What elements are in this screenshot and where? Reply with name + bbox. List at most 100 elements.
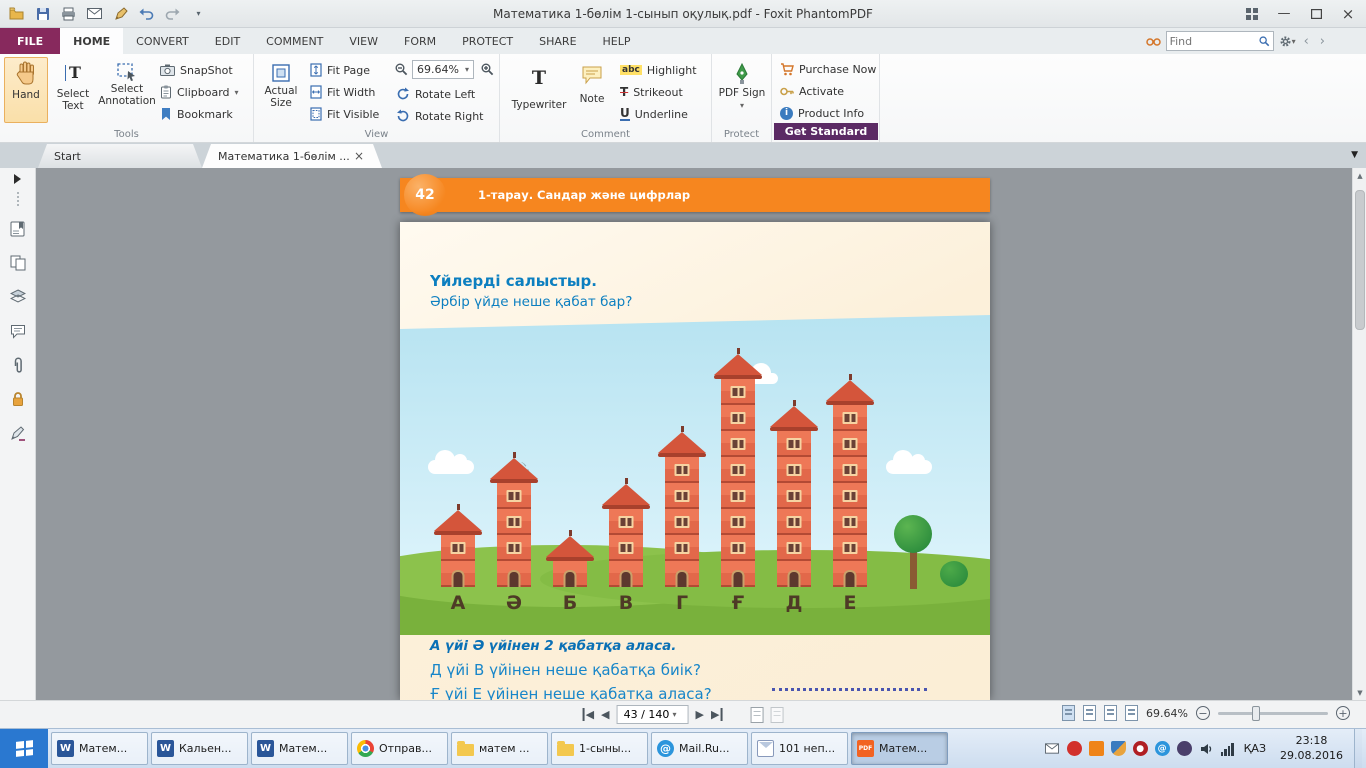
- taskbar-item-7[interactable]: @Mail.Ru...: [651, 732, 748, 765]
- start-button[interactable]: [0, 729, 48, 768]
- next-view-icon[interactable]: [770, 707, 783, 723]
- continuous-facing-view-icon[interactable]: [1125, 705, 1138, 721]
- menu-tab-share[interactable]: SHARE: [526, 28, 589, 54]
- clipboard-button[interactable]: Clipboard ▾: [160, 82, 239, 102]
- menu-tab-help[interactable]: HELP: [590, 28, 644, 54]
- open-file-icon[interactable]: [8, 5, 25, 22]
- zoom-slider-thumb[interactable]: [1252, 706, 1260, 721]
- menu-tab-comment[interactable]: COMMENT: [253, 28, 336, 54]
- hand-tool-button[interactable]: Hand: [4, 57, 48, 123]
- find-next-icon[interactable]: ›: [1317, 34, 1328, 49]
- zoom-in-icon[interactable]: [480, 62, 494, 76]
- select-text-button[interactable]: T Select Text: [50, 57, 96, 123]
- zoom-out-button[interactable]: −: [1196, 706, 1210, 720]
- scrollbar-thumb[interactable]: [1355, 190, 1365, 330]
- rotate-right-button[interactable]: Rotate Right: [396, 106, 483, 126]
- previous-page-button[interactable]: ◀: [601, 708, 609, 721]
- page-number-input[interactable]: [621, 708, 673, 721]
- single-page-view-icon[interactable]: [1062, 705, 1075, 721]
- tab-close-icon[interactable]: ×: [352, 149, 366, 163]
- snapshot-button[interactable]: SnapShot: [160, 60, 233, 80]
- facing-view-icon[interactable]: [1104, 705, 1117, 721]
- layers-panel-icon[interactable]: [7, 286, 29, 308]
- select-annotation-button[interactable]: Select Annotation: [98, 57, 156, 123]
- tray-volume-icon[interactable]: [1199, 741, 1214, 756]
- zoom-slider[interactable]: [1218, 712, 1328, 715]
- next-page-button[interactable]: ▶: [696, 708, 704, 721]
- fit-visible-button[interactable]: Fit Visible: [310, 104, 379, 124]
- taskbar-item-5[interactable]: матем ...: [451, 732, 548, 765]
- signatures-panel-icon[interactable]: [7, 422, 29, 444]
- underline-button[interactable]: U Underline: [620, 104, 688, 124]
- purchase-now-button[interactable]: Purchase Now: [780, 59, 876, 79]
- zoom-in-button[interactable]: +: [1336, 706, 1350, 720]
- tab-start[interactable]: Start: [38, 144, 202, 168]
- get-standard-button[interactable]: Get Standard: [774, 123, 878, 140]
- product-info-button[interactable]: i Product Info: [780, 103, 864, 123]
- quick-sign-icon[interactable]: [112, 5, 129, 22]
- rotate-left-button[interactable]: Rotate Left: [396, 84, 475, 104]
- scroll-up-icon[interactable]: ▲: [1353, 168, 1366, 183]
- note-button[interactable]: Note: [572, 57, 612, 123]
- pages-panel-icon[interactable]: [7, 252, 29, 274]
- tray-record-icon[interactable]: ●: [1133, 741, 1148, 756]
- taskbar-item-3[interactable]: WМатем...: [251, 732, 348, 765]
- menu-tab-view[interactable]: VIEW: [336, 28, 391, 54]
- search-icon[interactable]: [1258, 35, 1270, 47]
- tab-list-icon[interactable]: ▼: [1351, 150, 1358, 160]
- fit-page-button[interactable]: Fit Page: [310, 60, 370, 80]
- panel-resize-handle[interactable]: [17, 192, 19, 206]
- bookmark-button[interactable]: Bookmark: [160, 104, 233, 124]
- tray-m​ail-icon[interactable]: [1045, 741, 1060, 756]
- find-previous-icon[interactable]: ‹: [1301, 34, 1312, 49]
- menu-tab-edit[interactable]: EDIT: [202, 28, 253, 54]
- previous-view-icon[interactable]: [750, 707, 763, 723]
- menu-tab-form[interactable]: FORM: [391, 28, 449, 54]
- menu-tab-convert[interactable]: CONVERT: [123, 28, 202, 54]
- page-combo-caret-icon[interactable]: ▾: [673, 710, 677, 719]
- security-panel-icon[interactable]: [7, 388, 29, 410]
- activate-button[interactable]: Activate: [780, 81, 844, 101]
- attachments-panel-icon[interactable]: [7, 354, 29, 376]
- email-icon[interactable]: [86, 5, 103, 22]
- continuous-view-icon[interactable]: [1083, 705, 1096, 721]
- menu-tab-home[interactable]: HOME: [60, 28, 123, 54]
- tray-shield-icon[interactable]: [1111, 741, 1126, 756]
- language-indicator[interactable]: ҚАЗ: [1241, 742, 1269, 755]
- tab-document[interactable]: Математика 1-бөлім ... ×: [202, 144, 382, 168]
- highlight-button[interactable]: abc Highlight: [620, 60, 697, 80]
- actual-size-button[interactable]: Actual Size: [258, 57, 304, 123]
- fit-width-button[interactable]: Fit Width: [310, 82, 375, 102]
- maximize-button[interactable]: [1300, 0, 1332, 27]
- redo-icon[interactable]: [164, 5, 181, 22]
- typewriter-button[interactable]: T Typewriter: [512, 57, 566, 123]
- minimize-button[interactable]: —: [1268, 0, 1300, 27]
- menu-tab-protect[interactable]: PROTECT: [449, 28, 526, 54]
- scroll-down-icon[interactable]: ▼: [1353, 685, 1366, 700]
- pdf-sign-button[interactable]: PDF Sign ▾: [717, 57, 767, 123]
- zoom-out-icon[interactable]: [394, 62, 408, 76]
- find-tool-icon[interactable]: [1146, 35, 1161, 47]
- tray-messenger-icon[interactable]: @: [1155, 741, 1170, 756]
- taskbar-item-9[interactable]: PDFМатем...: [851, 732, 948, 765]
- undo-icon[interactable]: [138, 5, 155, 22]
- print-icon[interactable]: [60, 5, 77, 22]
- taskbar-item-2[interactable]: WКальен...: [151, 732, 248, 765]
- save-icon[interactable]: [34, 5, 51, 22]
- tray-alert-icon[interactable]: [1089, 741, 1104, 756]
- vertical-scrollbar[interactable]: ▲ ▼: [1352, 168, 1366, 700]
- first-page-button[interactable]: ◀: [583, 708, 594, 721]
- taskbar-item-6[interactable]: 1-сыны...: [551, 732, 648, 765]
- close-button[interactable]: ×: [1332, 0, 1364, 27]
- strikeout-button[interactable]: T Strikeout: [620, 82, 683, 102]
- taskbar-item-1[interactable]: WМатем...: [51, 732, 148, 765]
- last-page-button[interactable]: ▶: [711, 708, 722, 721]
- tray-network-icon[interactable]: [1221, 742, 1234, 756]
- ui-options-icon[interactable]: [1236, 0, 1268, 27]
- taskbar-clock[interactable]: 23:18 29.08.2016: [1276, 734, 1347, 764]
- tray-headset-icon[interactable]: [1177, 741, 1192, 756]
- find-settings-gear-icon[interactable]: ▾: [1279, 35, 1296, 48]
- taskbar-item-4[interactable]: Отправ...: [351, 732, 448, 765]
- tray-antivirus-icon[interactable]: [1067, 741, 1082, 756]
- taskbar-item-8[interactable]: 101 неп...: [751, 732, 848, 765]
